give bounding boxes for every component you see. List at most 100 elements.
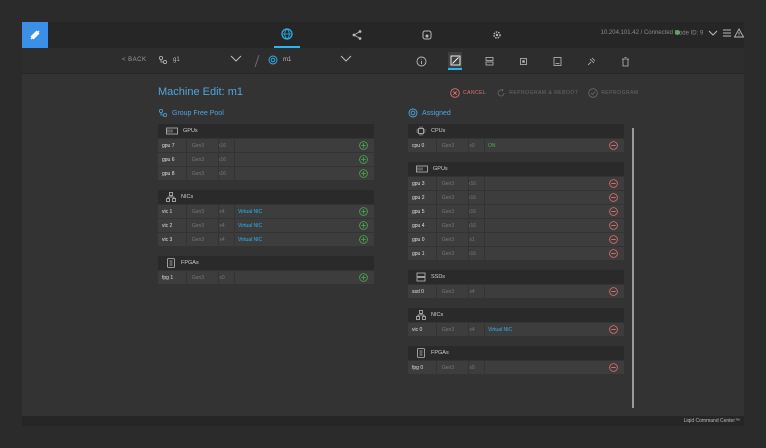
cell-divider: [436, 139, 437, 152]
reprogram-button[interactable]: REPROGRAM: [588, 88, 638, 98]
remove-device-icon[interactable]: [609, 235, 618, 244]
cpu-icon: [416, 126, 426, 136]
cell-divider: [468, 285, 469, 298]
add-device-icon[interactable]: [359, 235, 368, 244]
machine-chevron-icon[interactable]: [340, 55, 352, 63]
remove-device-icon[interactable]: [609, 179, 618, 188]
group-selector[interactable]: g1: [158, 55, 180, 65]
remove-device-icon[interactable]: [609, 193, 618, 202]
table-row[interactable]: fpg 0 Gen3 x0: [408, 361, 624, 374]
table-row[interactable]: gpu 0 Gen3 x1: [408, 233, 624, 246]
add-device-icon[interactable]: [359, 155, 368, 164]
device-lanes: x4: [469, 326, 475, 333]
remove-device-icon[interactable]: [609, 363, 618, 372]
cell-divider: [484, 323, 485, 336]
logo-icon[interactable]: [22, 22, 48, 48]
menu-icon[interactable]: [722, 28, 732, 38]
storage-icon[interactable]: [482, 54, 496, 68]
remove-device-icon[interactable]: [609, 249, 618, 258]
device-lanes: x4: [219, 236, 225, 243]
group-header-label: NICs: [181, 194, 194, 200]
nav-share-icon[interactable]: [344, 22, 370, 48]
table-row[interactable]: fpg 1 Gen3 x0: [158, 271, 374, 284]
device-name: vic 2: [162, 222, 173, 229]
cell-divider: [468, 177, 469, 190]
group-chevron-icon[interactable]: [230, 55, 242, 63]
cell-divider: [186, 139, 187, 152]
cell-divider: [436, 233, 437, 246]
table-row[interactable]: gpu 3 Gen3 x16: [408, 177, 624, 190]
cell-divider: [234, 205, 235, 218]
device-name: gpu 2: [412, 194, 425, 201]
nav-dashboard-icon[interactable]: [274, 22, 300, 48]
group-header-cpus: CPUs: [408, 124, 624, 138]
remove-device-icon[interactable]: [609, 207, 618, 216]
table-row[interactable]: cpu 0 Gen3 x0 ON: [408, 139, 624, 152]
device-lanes: x4: [219, 208, 225, 215]
table-row[interactable]: gpu 5 Gen3 x16: [408, 205, 624, 218]
table-row[interactable]: ssd 0 Gen3 x4: [408, 285, 624, 298]
remove-device-icon[interactable]: [609, 325, 618, 334]
chevron-down-icon: [708, 30, 718, 36]
node-id-selector[interactable]: Node ID: 9: [675, 30, 718, 37]
cell-divider: [218, 271, 219, 284]
remove-device-icon[interactable]: [609, 287, 618, 296]
add-device-icon[interactable]: [359, 273, 368, 282]
trash-icon[interactable]: [618, 54, 632, 68]
scrollbar-thumb[interactable]: [632, 128, 634, 408]
plug-icon[interactable]: [584, 54, 598, 68]
cancel-button[interactable]: CANCEL: [450, 88, 486, 98]
device-name: gpu 0: [412, 236, 425, 243]
nav-device-icon[interactable]: [414, 22, 440, 48]
reboot-icon: [496, 88, 506, 98]
chip-icon[interactable]: [516, 54, 530, 68]
group-header-nics: NICs: [408, 308, 624, 322]
add-device-icon[interactable]: [359, 141, 368, 150]
nav-settings-icon[interactable]: [484, 22, 510, 48]
group-header-gpus: GPUs: [408, 162, 624, 176]
table-row[interactable]: gpu 4 Gen3 x16: [408, 219, 624, 232]
group-header-gpus: GPUs: [158, 124, 374, 138]
device-name: gpu 7: [162, 142, 175, 149]
table-row[interactable]: vic 3 Gen3 x4 Virtual NIC: [158, 233, 374, 246]
table-row[interactable]: gpu 7 Gen3 x16: [158, 139, 374, 152]
table-row[interactable]: gpu 1 Gen3 x16: [408, 247, 624, 260]
device-name: gpu 4: [412, 222, 425, 229]
table-row[interactable]: gpu 2 Gen3 x16: [408, 191, 624, 204]
table-row[interactable]: gpu 6 Gen3 x16: [158, 153, 374, 166]
add-device-icon[interactable]: [359, 169, 368, 178]
cell-divider: [234, 139, 235, 152]
machine-selector[interactable]: m1: [268, 55, 291, 65]
network-icon: [416, 310, 426, 320]
group-header-label: FPGAs: [431, 350, 449, 356]
cell-divider: [484, 191, 485, 204]
edit-machine-icon[interactable]: [448, 52, 462, 70]
add-device-icon[interactable]: [359, 207, 368, 216]
check-circle-icon: [588, 88, 599, 98]
fpga-icon: [166, 258, 176, 268]
table-row[interactable]: vic 0 Gen3 x4 Virtual NIC: [408, 323, 624, 336]
table-row[interactable]: vic 1 Gen3 x4 Virtual NIC: [158, 205, 374, 218]
cell-divider: [186, 205, 187, 218]
device-lanes: x16: [467, 222, 477, 229]
cell-divider: [218, 205, 219, 218]
add-device-icon[interactable]: [359, 221, 368, 230]
reprogram-reboot-button[interactable]: REPROGRAM & REBOOT: [496, 88, 578, 98]
back-button[interactable]: < BACK: [122, 57, 147, 63]
remove-device-icon[interactable]: [609, 141, 618, 150]
device-lanes: x16: [217, 142, 227, 149]
remove-device-icon[interactable]: [609, 221, 618, 230]
cell-divider: [468, 219, 469, 232]
gpu-icon: [166, 127, 178, 135]
info-icon[interactable]: [414, 54, 428, 68]
cell-divider: [484, 177, 485, 190]
warning-icon[interactable]: [734, 28, 744, 38]
table-row[interactable]: gpu 8 Gen3 x16: [158, 167, 374, 180]
drive-icon[interactable]: [550, 54, 564, 68]
cell-divider: [234, 219, 235, 232]
connection-status: 10.204.101.42 / Connected: [601, 30, 682, 36]
table-row[interactable]: vic 2 Gen3 x4 Virtual NIC: [158, 219, 374, 232]
